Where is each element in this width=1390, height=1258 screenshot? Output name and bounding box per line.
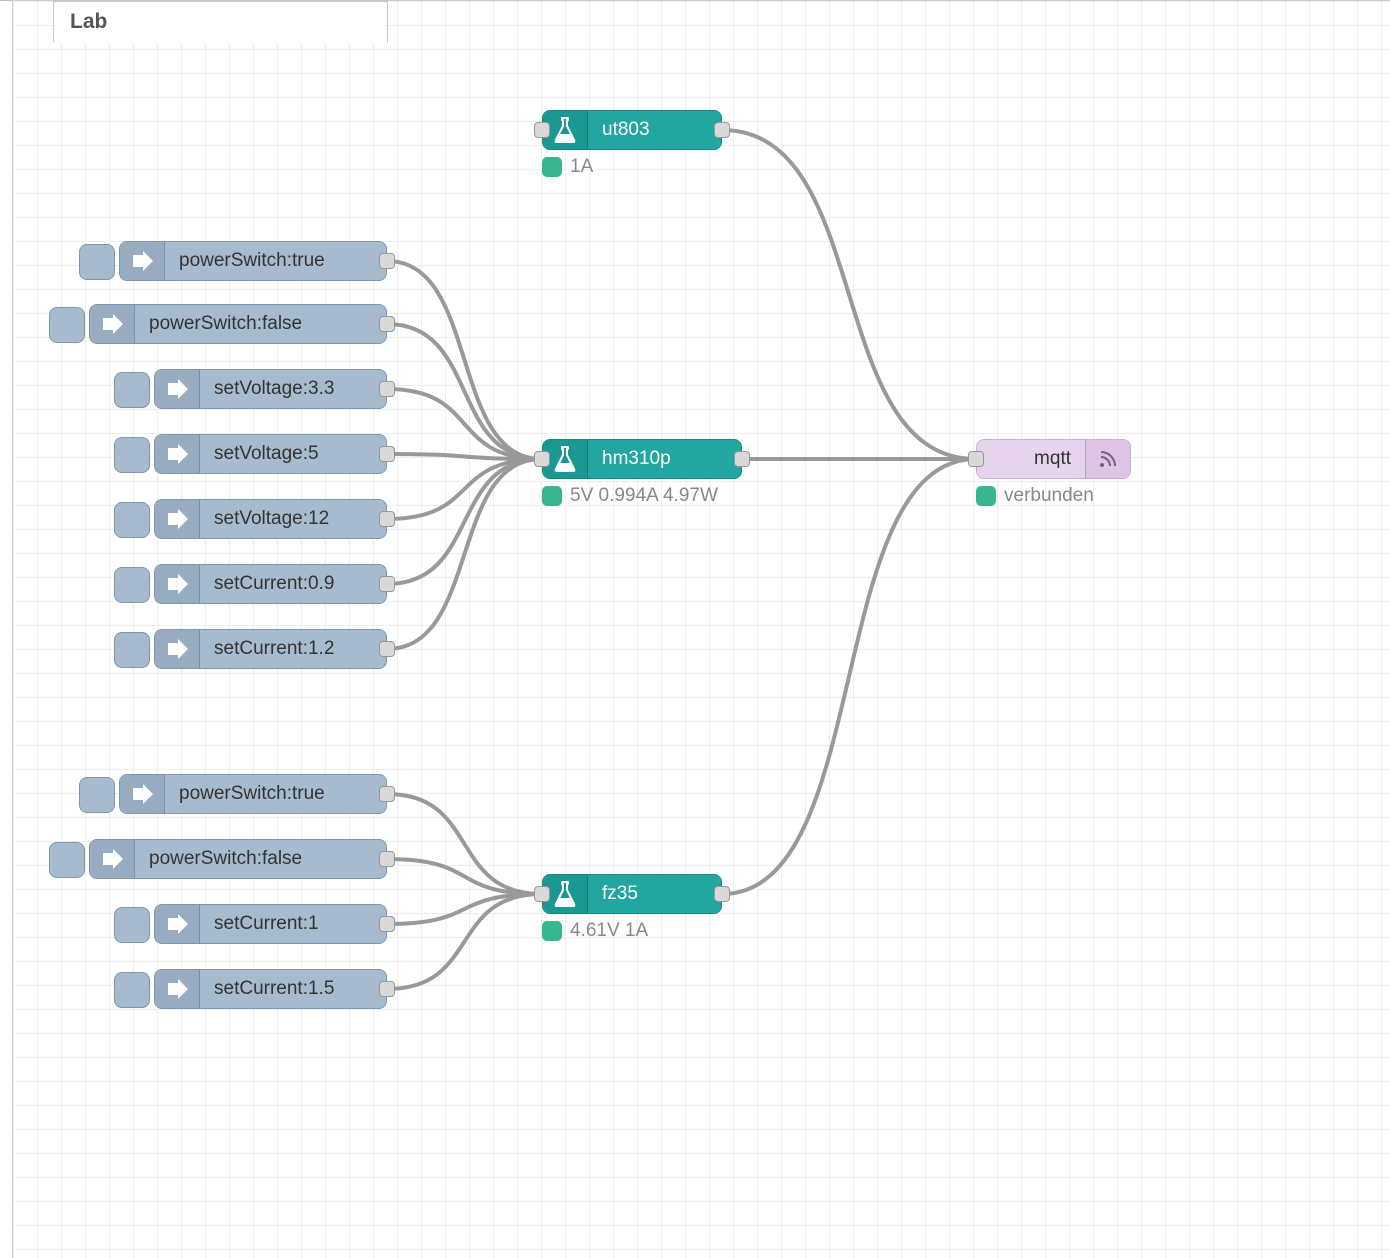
wire[interactable] (387, 894, 542, 989)
output-port[interactable] (379, 576, 395, 592)
device-node-label: ut803 (588, 119, 721, 141)
output-port[interactable] (379, 641, 395, 657)
wire[interactable] (722, 130, 976, 459)
output-port[interactable] (714, 886, 730, 902)
output-port[interactable] (379, 381, 395, 397)
inject-node-label: powerSwitch:false (135, 313, 386, 335)
flow-canvas[interactable]: Lab powerSwitch:true powerSwitch:false set… (12, 0, 1390, 1258)
input-port[interactable] (534, 886, 550, 902)
wire[interactable] (387, 859, 542, 894)
wire[interactable] (387, 459, 542, 519)
inject-node-label: setVoltage:12 (200, 508, 386, 530)
inject-trigger-button[interactable] (114, 567, 150, 603)
inject-node[interactable]: powerSwitch:false (89, 839, 387, 879)
status-dot (976, 486, 996, 506)
output-port[interactable] (379, 916, 395, 932)
inject-trigger-button[interactable] (49, 307, 85, 343)
device-node-fz35[interactable]: fz35 (542, 874, 722, 914)
inject-node[interactable]: powerSwitch:false (89, 304, 387, 344)
arrow-icon (155, 630, 200, 668)
wire[interactable] (722, 459, 976, 894)
inject-node-label: setVoltage:5 (200, 443, 386, 465)
output-port[interactable] (379, 446, 395, 462)
inject-trigger-button[interactable] (114, 502, 150, 538)
arrow-icon (155, 970, 200, 1008)
inject-node-label: setCurrent:1 (200, 913, 386, 935)
tab-label: Lab (70, 10, 107, 34)
arrow-icon (120, 775, 165, 813)
wire[interactable] (387, 324, 542, 459)
wire[interactable] (387, 894, 542, 924)
inject-node-label: setCurrent:0.9 (200, 573, 386, 595)
inject-node[interactable]: setCurrent:1.5 (154, 969, 387, 1009)
inject-trigger-button[interactable] (114, 972, 150, 1008)
device-status: 4.61V 1A (542, 920, 648, 942)
arrow-icon (155, 565, 200, 603)
inject-trigger-button[interactable] (114, 437, 150, 473)
inject-node-label: setCurrent:1.5 (200, 978, 386, 1000)
device-status: 5V 0.994A 4.97W (542, 485, 718, 507)
inject-node[interactable]: powerSwitch:true (119, 774, 387, 814)
device-node-label: fz35 (588, 883, 721, 905)
inject-trigger-button[interactable] (114, 907, 150, 943)
arrow-icon (155, 370, 200, 408)
inject-node[interactable]: setVoltage:12 (154, 499, 387, 539)
wire[interactable] (387, 389, 542, 459)
device-node-hm310p[interactable]: hm310p (542, 439, 742, 479)
device-status: 1A (542, 156, 593, 178)
arrow-icon (120, 242, 165, 280)
output-port[interactable] (714, 122, 730, 138)
output-port[interactable] (379, 316, 395, 332)
inject-node-label: powerSwitch:true (165, 783, 386, 805)
mqtt-status: verbunden (976, 485, 1094, 507)
arrow-icon (90, 840, 135, 878)
output-port[interactable] (379, 981, 395, 997)
inject-trigger-button[interactable] (79, 244, 115, 280)
inject-trigger-button[interactable] (49, 842, 85, 878)
device-node-label: hm310p (588, 448, 741, 470)
arrow-icon (155, 905, 200, 943)
status-text: verbunden (1004, 485, 1094, 507)
inject-node[interactable]: setCurrent:0.9 (154, 564, 387, 604)
inject-node[interactable]: setVoltage:5 (154, 434, 387, 474)
inject-trigger-button[interactable] (114, 372, 150, 408)
arrow-icon (155, 435, 200, 473)
status-dot (542, 157, 562, 177)
inject-node[interactable]: powerSwitch:true (119, 241, 387, 281)
wire[interactable] (387, 794, 542, 894)
wifi-icon (1085, 440, 1130, 478)
output-port[interactable] (379, 253, 395, 269)
tab-lab[interactable]: Lab (53, 0, 388, 43)
status-text: 5V 0.994A 4.97W (570, 485, 718, 507)
inject-node[interactable]: setCurrent:1.2 (154, 629, 387, 669)
inject-trigger-button[interactable] (114, 632, 150, 668)
inject-node-label: powerSwitch:true (165, 250, 386, 272)
mqtt-node[interactable]: mqtt (976, 439, 1131, 479)
output-port[interactable] (379, 786, 395, 802)
input-port[interactable] (534, 122, 550, 138)
inject-node[interactable]: setVoltage:3.3 (154, 369, 387, 409)
status-dot (542, 921, 562, 941)
output-port[interactable] (379, 851, 395, 867)
output-port[interactable] (379, 511, 395, 527)
wire[interactable] (387, 459, 542, 584)
inject-node-label: setVoltage:3.3 (200, 378, 386, 400)
device-node-ut803[interactable]: ut803 (542, 110, 722, 150)
input-port[interactable] (968, 451, 984, 467)
inject-trigger-button[interactable] (79, 777, 115, 813)
inject-node-label: setCurrent:1.2 (200, 638, 386, 660)
wire[interactable] (387, 454, 542, 459)
inject-node[interactable]: setCurrent:1 (154, 904, 387, 944)
inject-node-label: powerSwitch:false (135, 848, 386, 870)
mqtt-node-label: mqtt (977, 448, 1085, 470)
output-port[interactable] (734, 451, 750, 467)
arrow-icon (155, 500, 200, 538)
status-dot (542, 486, 562, 506)
wire[interactable] (387, 459, 542, 649)
status-text: 1A (570, 156, 593, 178)
wire[interactable] (387, 261, 542, 459)
arrow-icon (90, 305, 135, 343)
status-text: 4.61V 1A (570, 920, 648, 942)
input-port[interactable] (534, 451, 550, 467)
